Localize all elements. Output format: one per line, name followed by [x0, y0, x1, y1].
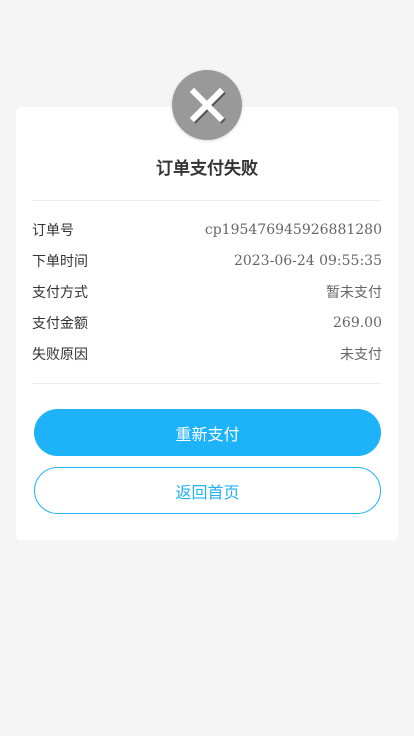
payment-method-label: 支付方式	[32, 285, 88, 301]
retry-payment-button[interactable]: 重新支付	[34, 409, 381, 456]
failure-reason-row: 失败原因 未支付	[32, 343, 382, 365]
back-home-button[interactable]: 返回首页	[34, 467, 381, 514]
order-number-label: 订单号	[32, 223, 74, 239]
page-title: 订单支付失败	[156, 159, 258, 179]
order-time-label: 下单时间	[32, 254, 88, 270]
order-number-row: 订单号 cp195476945926881280	[32, 219, 382, 241]
payment-failed-badge	[172, 70, 242, 140]
order-number-value: cp195476945926881280	[204, 222, 382, 238]
order-time-row: 下单时间 2023-06-24 09:55:35	[32, 250, 382, 272]
payment-result-card: 订单支付失败 订单号 cp195476945926881280 下单时间 202…	[16, 107, 398, 540]
payment-amount-label: 支付金额	[32, 316, 88, 332]
order-time-value: 2023-06-24 09:55:35	[233, 253, 382, 269]
payment-amount-value: 269.00	[333, 315, 382, 331]
payment-method-value: 暂未支付	[326, 285, 382, 301]
payment-method-row: 支付方式 暂未支付	[32, 281, 382, 303]
payment-amount-row: 支付金额 269.00	[32, 312, 382, 334]
close-icon	[189, 87, 226, 124]
divider	[32, 383, 382, 384]
divider	[32, 200, 382, 201]
failure-reason-label: 失败原因	[32, 347, 88, 363]
failure-reason-value: 未支付	[340, 347, 382, 363]
